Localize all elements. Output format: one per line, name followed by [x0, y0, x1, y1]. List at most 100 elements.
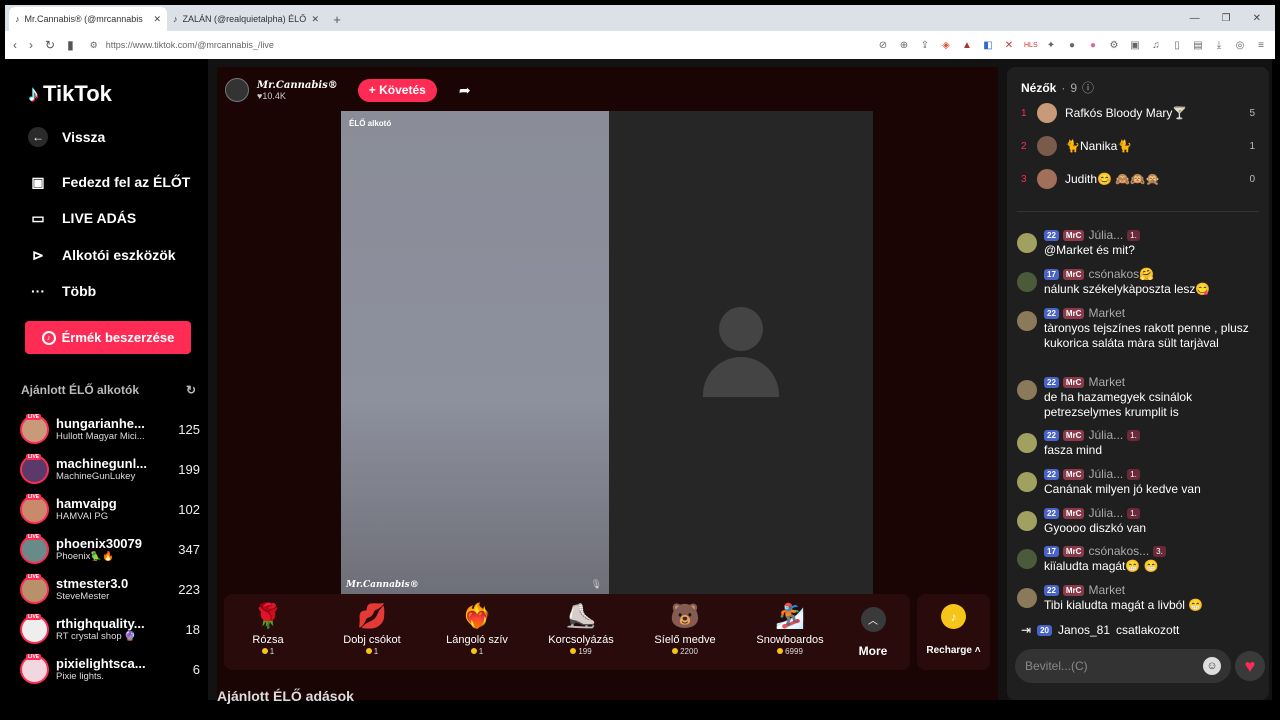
back-icon[interactable]: ‹ [13, 38, 17, 52]
rewards-icon[interactable]: ▲ [961, 40, 973, 51]
top-viewer-row[interactable]: 1 Rafkós Bloody Mary🍸 5 [1021, 103, 1255, 123]
avatar [1017, 433, 1037, 453]
vpn-icon[interactable]: ◎ [1234, 40, 1246, 51]
hls-ext-icon[interactable]: HLS [1024, 42, 1038, 49]
close-tab-icon[interactable]: ✕ [153, 14, 161, 25]
browser-tab-2[interactable]: ♪ ZALÁN (@realquietalpha) ÉLŐ ✕ [167, 7, 325, 31]
gift-item[interactable]: 💋 Dobj csókot 1 [332, 602, 412, 656]
nav-explore-live[interactable]: ▣ Fedezd fel az ÉLŐT [28, 172, 190, 192]
avatar: LIVE [20, 613, 49, 644]
reload-icon[interactable]: ↻ [45, 38, 55, 52]
creator-item[interactable]: LIVE phoenix30079 Phoenix🦜🔥 347 [20, 531, 200, 567]
emoji-icon[interactable]: ☺ [1203, 657, 1221, 675]
tiktok-logo[interactable]: ♪ TikTok [28, 81, 112, 107]
creator-item[interactable]: LIVE rthighquality... RT crystal shop 🔮 1… [20, 611, 200, 647]
chat-message[interactable]: 22 MrC Júlia... 1. fasza mind [1017, 427, 1259, 458]
chat-input[interactable]: Bevitel...(C) ☺ [1015, 649, 1231, 683]
creator-item[interactable]: LIVE hungarianhe... Hullott Magyar Mici..… [20, 411, 200, 447]
nav-label: Több [62, 283, 97, 299]
creator-handle: phoenix30079 [56, 536, 142, 551]
nav-back[interactable]: ← Vissza [28, 127, 105, 147]
video-stream-host[interactable]: ÉLŐ alkotó Mr.Cannabis® 🎙 [341, 111, 609, 594]
avatar [1017, 472, 1037, 492]
creator-item[interactable]: LIVE pixielightsca... Pixie lights. 6 [20, 651, 200, 687]
refresh-icon[interactable]: ↻ [186, 383, 196, 397]
browser-tab-1[interactable]: ♪ Mr.Cannabis® (@mrcannabis ✕ [9, 7, 167, 31]
host-avatar[interactable] [225, 78, 249, 102]
restore-icon[interactable]: ❐ [1222, 13, 1231, 24]
tab-title: ZALÁN (@realquietalpha) ÉLŐ [182, 14, 307, 24]
creator-item[interactable]: LIVE hamvaipg HAMVAI PG 102 [20, 491, 200, 527]
follow-button[interactable]: + Követés [357, 78, 437, 102]
nav-more[interactable]: ··· Több [28, 281, 96, 301]
fan-badge: MrC [1062, 584, 1085, 596]
nav-label: Alkotói eszközök [62, 247, 176, 263]
avatar [1017, 511, 1037, 531]
no-translate-icon[interactable]: ⊘ [877, 40, 889, 51]
recommended-header: Ajánlott ÉLŐ alkotók ↻ [21, 383, 196, 397]
host-bar: Mr.Cannabis® ♥10.4K + Követés ➦ [225, 78, 471, 102]
minimize-icon[interactable]: — [1190, 13, 1200, 24]
top-viewer-row[interactable]: 3 Judith😊 🙈🙉🙊 0 [1021, 169, 1255, 189]
browser-toolbar: ‹ › ↻ ▮ ⚙ https://www.tiktok.com/@mrcann… [5, 31, 1275, 59]
sidebar-toggle-icon[interactable]: ▯ [1171, 40, 1183, 51]
chat-message[interactable]: 22 MrC Júlia... 1. Canának milyen jó kedve … [1017, 466, 1259, 497]
get-coins-button[interactable]: ♪ Érmék beszerzése [25, 321, 191, 354]
gift-item[interactable]: 🌹 Rózsa 1 [228, 602, 308, 656]
creator-item[interactable]: LIVE stmester3.0 SteveMester 223 [20, 571, 200, 607]
live-badge: LIVE [26, 453, 42, 460]
forward-icon[interactable]: › [29, 38, 33, 52]
chat-message[interactable]: 17 MrC csónakos🤗 nálunk székelykàposzta le… [1017, 266, 1259, 297]
like-heart-button[interactable]: ♥ [1235, 651, 1265, 681]
video-stream-guest[interactable] [609, 111, 873, 594]
rose-icon: 🌹 [253, 603, 283, 630]
close-window-icon[interactable]: ✕ [1253, 13, 1261, 24]
creator-handle: rthighquality... [56, 616, 145, 631]
extensions-area: ⊘ ⊕ ⇪ ◈ ▲ ◧ ✕ HLS ✦ ● ● ⚙ ▣ ♫ ▯ ▤ ⤓ ◎ ≡ [877, 40, 1267, 51]
close-tab-icon[interactable]: ✕ [311, 14, 319, 25]
host-name[interactable]: Mr.Cannabis® [257, 80, 338, 91]
creator-item[interactable]: LIVE machinegunl... MachineGunLukey 199 [20, 451, 200, 487]
bookmark-icon[interactable]: ▮ [67, 38, 74, 52]
menu-icon[interactable]: ≡ [1255, 40, 1267, 51]
chat-message[interactable]: 22 MrC Market Tibi kialudta magát a livból… [1017, 582, 1259, 613]
music-icon[interactable]: ♫ [1150, 40, 1162, 51]
translate-ext-icon[interactable]: ◧ [982, 40, 994, 51]
join-username[interactable]: Janos_81 [1058, 623, 1110, 637]
brave-shield-icon[interactable]: ◈ [940, 40, 952, 51]
gift-item[interactable]: 🐻 Síelő medve 2200 [645, 602, 725, 656]
share-page-icon[interactable]: ⇪ [919, 40, 931, 51]
gift-item[interactable]: ❤️‍🔥 Lángoló szív 1 [437, 602, 517, 656]
chat-message[interactable]: 17 MrC csónakos... 3. kiïaludta magát😁 😁 [1017, 543, 1259, 574]
new-tab-button[interactable]: + [325, 7, 349, 31]
ext-circle-icon[interactable]: ● [1066, 40, 1078, 51]
ext-gear-icon[interactable]: ⚙ [1108, 40, 1120, 51]
address-bar[interactable]: ⚙ https://www.tiktok.com/@mrcannabis_/li… [86, 40, 865, 51]
username: Júlia... [1088, 467, 1124, 481]
site-settings-icon[interactable]: ⚙ [90, 40, 98, 51]
download-icon[interactable]: ⤓ [1213, 40, 1225, 51]
close-ext-icon[interactable]: ✕ [1003, 40, 1015, 51]
recharge-button[interactable]: ♪ Recharge ˄ [917, 594, 990, 670]
puzzle-icon[interactable]: ✦ [1045, 40, 1057, 51]
gift-item[interactable]: ⛸️ Korcsolyázás 199 [541, 602, 621, 656]
more-gifts-button[interactable]: ︿ More [852, 607, 894, 658]
zoom-icon[interactable]: ⊕ [898, 40, 910, 51]
ext-box-icon[interactable]: ▣ [1129, 40, 1141, 51]
calendar-live-icon: ▣ [31, 173, 45, 190]
share-icon[interactable]: ➦ [459, 82, 471, 99]
creator-handle: pixielightsca... [56, 656, 146, 671]
color-ext-icon[interactable]: ● [1087, 40, 1099, 51]
help-icon[interactable]: ⓘ [1082, 79, 1094, 96]
viewer-name: Rafkós Bloody Mary🍸 [1065, 106, 1188, 120]
wallet-icon[interactable]: ▤ [1192, 40, 1204, 51]
chat-message[interactable]: 22 MrC Market de ha hazamegyek csinálok pe… [1017, 374, 1259, 420]
rank-badge: 1. [1127, 229, 1140, 241]
chat-message[interactable]: 22 MrC Júlia... 1. Gyoooo diszkó van [1017, 505, 1259, 536]
chat-message[interactable]: 22 MrC Júlia... 1. @Market és mit? [1017, 227, 1259, 258]
nav-go-live[interactable]: ▭ LIVE ADÁS [28, 208, 136, 228]
gift-item[interactable]: 🏂 Snowboardos 6999 [750, 602, 830, 656]
nav-creator-tools[interactable]: ⊳ Alkotói eszközök [28, 245, 176, 265]
chat-message[interactable]: 22 MrC Market tàronyos tejszínes rakott pe… [1017, 305, 1259, 351]
top-viewer-row[interactable]: 2 🐈Nanika🐈 1 [1021, 136, 1255, 156]
